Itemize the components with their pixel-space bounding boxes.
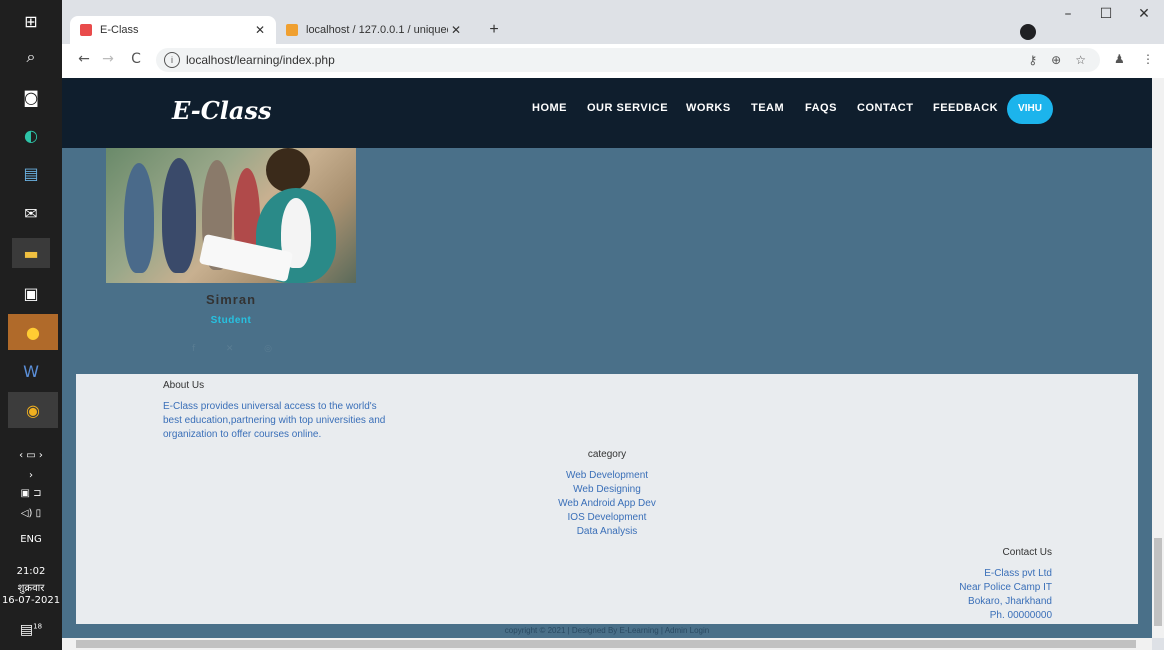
category-title: category [587, 449, 627, 460]
nav-contact[interactable]: CONTACT [857, 102, 913, 114]
close-icon[interactable]: ✕ [448, 23, 464, 37]
social-links: f ✕ ◎ [192, 344, 272, 354]
twitter-icon[interactable]: ✕ [226, 344, 234, 354]
edge-icon[interactable]: ◐ [12, 120, 50, 150]
contact-line: Near Police Camp IT [959, 582, 1052, 593]
site-header: E-Class HOME OUR SERVICE WORKS TEAM FAQS… [62, 78, 1152, 148]
close-icon[interactable]: ✕ [252, 23, 268, 37]
student-role: Student [210, 315, 252, 326]
firefox-icon[interactable]: ● [8, 314, 58, 350]
notification-count: 18 [33, 622, 43, 631]
key-icon[interactable]: ⚷ [1028, 53, 1037, 67]
user-button[interactable]: VIHU [1007, 94, 1053, 124]
phpmyadmin-favicon-icon [286, 24, 298, 36]
word-icon[interactable]: W [12, 356, 50, 386]
contact-line: Bokaro, Jharkhand [968, 596, 1052, 607]
contact-title: Contact Us [1002, 547, 1052, 558]
student-photo [106, 148, 356, 283]
camera-icon[interactable]: ◙ [12, 82, 50, 112]
scrollbar-thumb[interactable] [76, 640, 1136, 648]
back-button[interactable]: ← [74, 51, 94, 67]
contact-line: E-Class pvt Ltd [984, 568, 1052, 579]
windows-taskbar: ⊞ ⌕ ◙ ◐ ▤ ✉ ▬ ▣ ● W ◉ ‹ ▭ › › ▣ ⊐ ◁) ▯ E… [0, 0, 62, 650]
extension-icon[interactable]: ♟ [1114, 52, 1125, 66]
nav-team[interactable]: TEAM [751, 102, 784, 114]
background-student-figure [162, 158, 196, 273]
site-logo[interactable]: E-Class [172, 96, 272, 125]
tray-icons[interactable]: ▣ ⊐ [0, 488, 62, 499]
menu-icon[interactable]: ⋮ [1142, 52, 1154, 66]
tab-eclass[interactable]: E-Class ✕ [70, 16, 276, 44]
nav-faqs[interactable]: FAQS [805, 102, 837, 114]
new-tab-button[interactable]: + [484, 20, 504, 40]
category-link[interactable]: Web Designing [76, 483, 1138, 497]
notification-icon[interactable]: ▤18 [0, 622, 62, 638]
nav-feedback[interactable]: FEEDBACK [933, 102, 998, 114]
contact-line: Ph. 00000000 [989, 610, 1052, 621]
address-bar[interactable]: i localhost/learning/index.php ⚷ ⊕ ☆ [156, 48, 1100, 72]
mail-icon[interactable]: ✉ [12, 198, 50, 228]
windows-start-icon[interactable]: ⊞ [12, 6, 50, 36]
bookmark-star-icon[interactable]: ☆ [1075, 53, 1086, 67]
clock-day: शुक्रवार [17, 583, 45, 594]
network-icon[interactable]: ▤ [12, 158, 50, 188]
forward-button[interactable]: → [98, 51, 118, 67]
reload-button[interactable]: C [126, 51, 146, 67]
scrollbar-thumb[interactable] [1154, 538, 1162, 626]
chrome-icon[interactable]: ◉ [8, 392, 58, 428]
tab-title: E-Class [100, 24, 139, 36]
maximize-button[interactable]: ☐ [1086, 6, 1126, 22]
category-link[interactable]: Web Android App Dev [76, 497, 1138, 511]
about-title: About Us [163, 380, 205, 391]
scroll-arrows-icon[interactable]: ‹ ▭ › [0, 450, 62, 461]
close-window-button[interactable]: ✕ [1124, 6, 1164, 22]
minimize-button[interactable]: – [1048, 6, 1088, 22]
language-indicator[interactable]: ENG [0, 534, 62, 545]
vertical-scrollbar[interactable] [1152, 78, 1164, 638]
horizontal-scrollbar[interactable] [62, 638, 1152, 650]
background-student-figure [124, 163, 154, 273]
clock-date: 16-07-2021 [1, 595, 61, 606]
student-head [266, 148, 310, 192]
nav-our-service[interactable]: OUR SERVICE [587, 102, 668, 114]
zoom-icon[interactable]: ⊕ [1051, 53, 1061, 67]
store-icon[interactable]: ▣ [12, 278, 50, 308]
about-text: E-Class provides universal access to the… [163, 401, 386, 440]
profile-icon[interactable] [1020, 24, 1036, 40]
browser-toolbar: ← → C i localhost/learning/index.php ⚷ ⊕… [62, 44, 1164, 79]
instagram-icon[interactable]: ◎ [264, 344, 272, 354]
eclass-favicon-icon [80, 24, 92, 36]
clock-time: 21:02 [16, 566, 46, 577]
tab-title: localhost / 127.0.0.1 / uniquedev [306, 24, 448, 36]
copyright-text: copyright © 2021 | Designed By E-Learnin… [504, 626, 710, 635]
nav-works[interactable]: WORKS [686, 102, 731, 114]
browser-window: E-Class ✕ localhost / 127.0.0.1 / unique… [62, 0, 1164, 650]
category-link[interactable]: Web Development [76, 469, 1138, 483]
volume-icon[interactable]: ◁) ▯ [0, 508, 62, 519]
search-icon[interactable]: ⌕ [12, 42, 50, 72]
category-link[interactable]: Data Analysis [76, 525, 1138, 539]
chevron-up-icon[interactable]: › [0, 470, 62, 481]
file-explorer-icon[interactable]: ▬ [12, 238, 50, 268]
url-text[interactable]: localhost/learning/index.php [186, 53, 1028, 67]
tab-strip: E-Class ✕ localhost / 127.0.0.1 / unique… [62, 0, 1164, 44]
category-link[interactable]: IOS Development [76, 511, 1138, 525]
tab-phpmyadmin[interactable]: localhost / 127.0.0.1 / uniquedev ✕ [276, 16, 472, 44]
page-viewport: E-Class HOME OUR SERVICE WORKS TEAM FAQS… [62, 78, 1152, 638]
site-info-icon[interactable]: i [164, 52, 180, 68]
facebook-icon[interactable]: f [192, 344, 195, 354]
site-footer: About Us E-Class provides universal acce… [76, 374, 1138, 624]
student-name: Simran [205, 292, 257, 307]
nav-home[interactable]: HOME [532, 102, 567, 114]
